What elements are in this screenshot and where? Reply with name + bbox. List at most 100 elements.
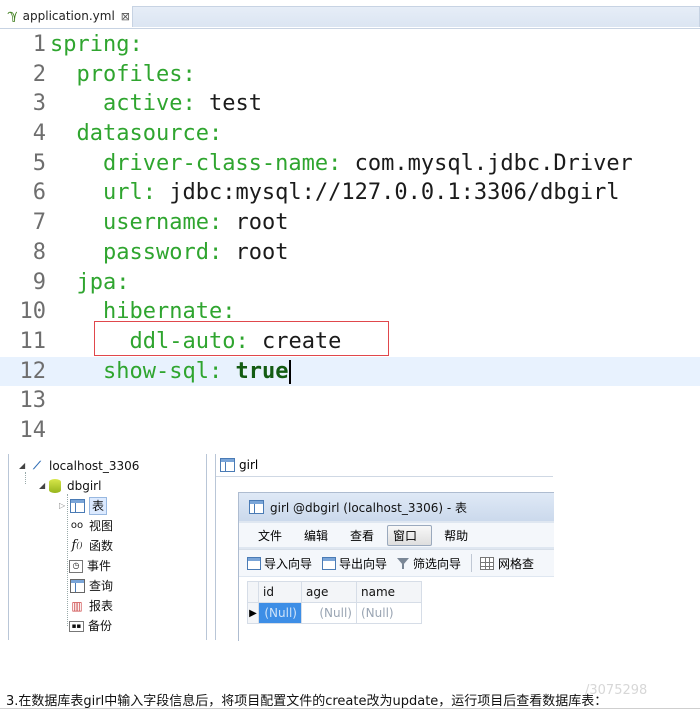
code-line[interactable]: 13	[0, 386, 700, 416]
yaml-key: jpa:	[76, 269, 130, 295]
grid-header-row: id age name	[247, 581, 422, 603]
line-number: 3	[32, 91, 46, 117]
code-line[interactable]: 8 password: root	[0, 238, 700, 268]
cell-id[interactable]: (Null)	[258, 602, 302, 624]
line-source: profiles:	[50, 60, 196, 90]
text-cursor	[289, 359, 292, 384]
divider	[0, 708, 700, 709]
table-row[interactable]: ▶ (Null) (Null) (Null)	[247, 602, 422, 624]
code-line[interactable]: 14	[0, 416, 700, 446]
tree-item-queries[interactable]: 查询	[69, 576, 113, 596]
expand-arrow-icon[interactable]: ▷	[59, 496, 69, 516]
line-number: 7	[32, 210, 46, 236]
code-line[interactable]: 2 profiles:	[0, 60, 700, 90]
tab-application-yml[interactable]: ℽ application.yml ⊠	[4, 4, 130, 28]
code-line[interactable]: 7 username: root	[0, 208, 700, 238]
collapse-arrow-icon[interactable]: ◢	[39, 476, 49, 496]
tree-item-localhost[interactable]: ◢ ⟋ localhost_3306	[19, 456, 139, 476]
yaml-value: com.mysql.jdbc.Driver	[354, 150, 633, 176]
export-wizard-button[interactable]: 导出向导	[322, 555, 387, 572]
code-line[interactable]: 9 jpa:	[0, 268, 700, 298]
table-icon	[220, 458, 235, 472]
object-item-girl[interactable]: girl	[216, 454, 553, 477]
tree-item-events[interactable]: ◷ 事件	[69, 556, 111, 576]
column-header-name[interactable]: name	[356, 581, 422, 603]
table-toolbar: 导入向导 导出向导 筛选向导 网格查	[239, 549, 554, 576]
cell-name[interactable]: (Null)	[356, 602, 422, 624]
close-icon[interactable]: ⊠	[121, 10, 130, 23]
filter-wizard-button[interactable]: 筛选向导	[397, 555, 461, 572]
menu-window[interactable]: 窗口	[387, 524, 433, 546]
tree-item-label: 函数	[89, 539, 114, 553]
article-caption: 3.在数据库表girl中输入字段信息后，将项目配置文件的create改为upda…	[6, 694, 608, 709]
tree-item-dbgirl[interactable]: ◢ dbgirl	[39, 476, 101, 496]
yaml-key: username:	[102, 210, 223, 236]
code-line[interactable]: 12 show-sql: true	[0, 356, 700, 387]
query-icon	[69, 579, 85, 593]
tree-item-label: localhost_3306	[49, 459, 140, 473]
table-icon	[249, 500, 264, 514]
yaml-key: driver-class-name:	[102, 150, 342, 176]
line-number: 9	[32, 269, 46, 295]
code-lines[interactable]: 1 spring: 2 profiles: 3 active: test 4 datas…	[0, 30, 700, 446]
event-icon: ◷	[69, 559, 83, 573]
tree-item-label: 备份	[88, 619, 113, 633]
tree-item-reports[interactable]: ▥ 报表	[69, 596, 113, 616]
tree-item-label: 查询	[89, 579, 114, 593]
yaml-key: url:	[102, 180, 156, 206]
tree-item-label: 报表	[89, 599, 114, 613]
line-number: 13	[19, 388, 47, 414]
tree-item-views[interactable]: oo 视图	[69, 516, 113, 536]
line-number: 12	[19, 358, 47, 384]
menu-bar: 文件 编辑 查看 窗口 帮助	[239, 523, 554, 547]
data-grid[interactable]: id age name ▶ (Null) (Null) (Null)	[247, 581, 422, 624]
yaml-key: show-sql:	[102, 358, 223, 384]
menu-file[interactable]: 文件	[239, 527, 282, 544]
window-title-bar[interactable]: girl @dbgirl (localhost_3306) - 表	[239, 493, 554, 521]
function-icon: f()	[71, 538, 83, 553]
code-line[interactable]: 3 active: test	[0, 89, 700, 119]
yaml-value: test	[208, 91, 262, 117]
grid-view-button[interactable]: 网格查	[480, 555, 534, 572]
yaml-key: datasource:	[76, 121, 223, 147]
code-line[interactable]: 4 datasource:	[0, 119, 700, 149]
connection-icon: ⟋	[33, 459, 41, 472]
line-number: 1	[32, 32, 46, 57]
line-number: 6	[32, 180, 46, 206]
code-editor[interactable]: ℽ application.yml ⊠ 1 spring: 2 profiles: 3…	[0, 0, 700, 446]
filter-wizard-label: 筛选向导	[413, 556, 462, 571]
yaml-value: true	[235, 358, 289, 384]
code-line[interactable]: 1 spring:	[0, 30, 700, 60]
tree-item-backups[interactable]: ▪▪ 备份	[69, 616, 112, 636]
yaml-key: spring:	[50, 32, 143, 57]
export-icon	[322, 556, 337, 570]
connection-navigator: ◢ ⟋ localhost_3306 ◢ dbgirl ▷ 表 oo 视图 f(…	[8, 454, 207, 640]
menu-view[interactable]: 查看	[338, 527, 374, 544]
row-marker-icon: ▶	[247, 602, 259, 624]
menu-help[interactable]: 帮助	[442, 527, 468, 544]
menu-edit[interactable]: 编辑	[292, 527, 328, 544]
code-line[interactable]: 6 url: jdbc:mysql://127.0.0.1:3306/dbgir…	[0, 178, 700, 208]
cell-age[interactable]: (Null)	[301, 602, 357, 624]
tree-item-functions[interactable]: f() 函数	[69, 536, 113, 556]
code-line[interactable]: 5 driver-class-name: com.mysql.jdbc.Driv…	[0, 149, 700, 179]
column-header-id[interactable]: id	[258, 581, 302, 603]
tab-title: application.yml	[22, 9, 115, 23]
column-header-age[interactable]: age	[301, 581, 357, 603]
line-source: spring:	[50, 30, 143, 60]
tree-item-tables[interactable]: ▷ 表	[59, 496, 108, 516]
tree-item-label: 表	[89, 497, 108, 515]
import-wizard-button[interactable]: 导入向导	[247, 555, 312, 572]
table-icon	[69, 499, 85, 513]
yaml-key: profiles:	[76, 61, 196, 87]
yaml-file-icon: ℽ	[8, 8, 18, 23]
collapse-arrow-icon[interactable]: ◢	[19, 456, 29, 476]
object-item-label: girl	[239, 458, 259, 472]
line-number: 4	[32, 121, 46, 147]
